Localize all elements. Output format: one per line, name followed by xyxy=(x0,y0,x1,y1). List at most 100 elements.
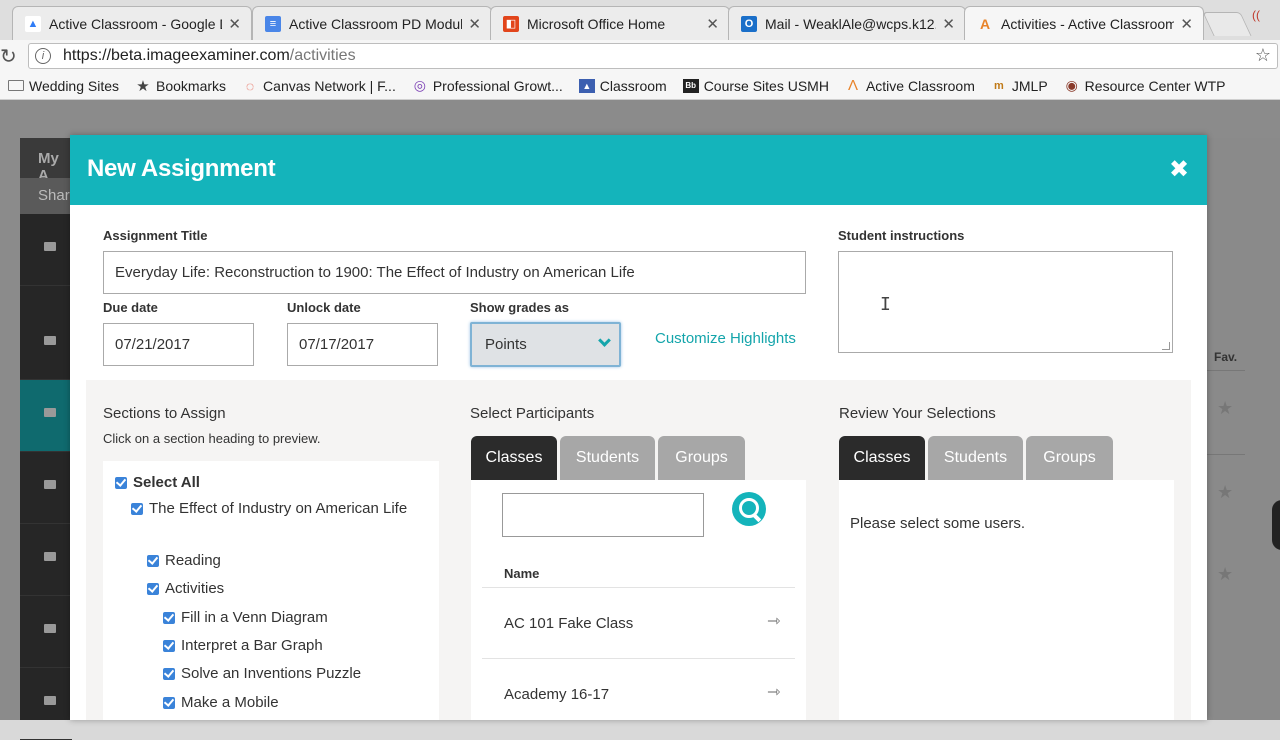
nav-row[interactable] xyxy=(20,308,72,380)
tree-label[interactable]: Interpret a Bar Graph xyxy=(181,634,323,658)
new-assignment-modal: New Assignment ✖ Assignment Title Everyd… xyxy=(70,135,1207,720)
tab-classes[interactable]: Classes xyxy=(839,436,925,480)
folder-icon xyxy=(44,336,56,345)
browser-tab-activities[interactable]: A Activities - Active Classroom ✕ xyxy=(964,6,1204,41)
bookmark-star-icon[interactable]: ☆ xyxy=(1255,45,1271,66)
bookmark-classroom[interactable]: ▲ Classroom xyxy=(578,77,667,94)
checkbox-checked-icon[interactable] xyxy=(163,612,175,624)
checkbox-checked-icon[interactable] xyxy=(131,503,143,515)
divider xyxy=(482,658,795,659)
nav-row[interactable] xyxy=(20,452,72,524)
info-icon[interactable]: i xyxy=(35,48,51,64)
bookmark-bookmarks[interactable]: ★ Bookmarks xyxy=(135,77,226,95)
customize-highlights-link[interactable]: Customize Highlights xyxy=(655,330,796,347)
bookmark-label: Classroom xyxy=(599,77,667,94)
nav-row[interactable] xyxy=(20,524,72,596)
tab-groups[interactable]: Groups xyxy=(1026,436,1113,480)
close-icon[interactable]: ✖ xyxy=(1169,155,1189,184)
tree-label[interactable]: The Effect of Industry on American Life xyxy=(149,497,407,521)
url-text: https://beta.imageexaminer.com/activitie… xyxy=(63,47,356,65)
bookmark-label: Canvas Network | F... xyxy=(263,77,396,94)
checkbox-checked-icon[interactable] xyxy=(147,555,159,567)
section-item-make-a-mobile[interactable]: Make a Mobile xyxy=(163,691,279,715)
tab-close-icon[interactable]: ✕ xyxy=(942,15,955,33)
tab-close-icon[interactable]: ✕ xyxy=(228,15,241,33)
section-item-inventions-puzzle[interactable]: Solve an Inventions Puzzle xyxy=(163,662,361,686)
participant-search-input[interactable] xyxy=(502,493,704,537)
review-empty-message: Please select some users. xyxy=(850,515,1026,532)
section-item-activities[interactable]: Activities xyxy=(147,577,224,601)
browser-tab-google-drive[interactable]: ▲ Active Classroom - Google D ✕ xyxy=(12,6,252,40)
bookmark-jmlp[interactable]: m JMLP xyxy=(991,78,1048,94)
tab-classes[interactable]: Classes xyxy=(471,436,557,480)
profile-icon[interactable]: (( xyxy=(1252,8,1260,22)
section-item-reading[interactable]: Reading xyxy=(147,549,221,573)
tree-label[interactable]: Fill in a Venn Diagram xyxy=(181,606,328,630)
tab-title: Active Classroom - Google D xyxy=(49,15,223,32)
reload-icon[interactable]: ↻ xyxy=(0,44,17,69)
address-bar[interactable]: i https://beta.imageexaminer.com/activit… xyxy=(28,43,1278,69)
tab-students[interactable]: Students xyxy=(928,436,1023,480)
participant-row-label[interactable]: AC 101 Fake Class xyxy=(504,615,633,632)
participant-row-label[interactable]: Academy 16-17 xyxy=(504,686,609,703)
nav-row[interactable] xyxy=(20,596,72,668)
url-path: /activities xyxy=(289,47,356,64)
nav-row-selected[interactable] xyxy=(20,380,72,452)
bookmark-label: Resource Center WTP xyxy=(1084,77,1226,94)
google-docs-icon: ≡ xyxy=(265,15,281,32)
bookmark-label: Professional Growt... xyxy=(432,77,563,94)
canvas-icon: ◌ xyxy=(245,77,255,94)
browser-tab-mail[interactable]: O Mail - WeaklAle@wcps.k12.n ✕ xyxy=(728,6,966,40)
due-date-input[interactable]: 07/21/2017 xyxy=(103,323,254,366)
show-grades-select[interactable]: Points xyxy=(470,322,621,367)
browser-tab-pd-module[interactable]: ≡ Active Classroom PD Module ✕ xyxy=(252,6,492,40)
help-widget[interactable] xyxy=(1272,500,1280,550)
tab-students[interactable]: Students xyxy=(560,436,655,480)
star-icon: ★ xyxy=(136,77,150,95)
section-item-effect-of-industry[interactable]: The Effect of Industry on American Life xyxy=(131,497,421,521)
bb-icon: Bb xyxy=(682,78,699,93)
nav-header: My A xyxy=(20,138,72,184)
bookmark-canvas-network[interactable]: ◌ Canvas Network | F... xyxy=(242,78,396,94)
tab-groups[interactable]: Groups xyxy=(658,436,745,480)
section-item-venn-diagram[interactable]: Fill in a Venn Diagram xyxy=(163,606,328,630)
favorite-star-icon[interactable]: ★ xyxy=(1217,564,1233,585)
unlock-date-input[interactable]: 07/17/2017 xyxy=(287,323,438,366)
select-all-checkbox[interactable]: Select All xyxy=(115,471,200,495)
checkbox-checked-icon[interactable] xyxy=(115,477,127,489)
favorite-star-icon[interactable]: ★ xyxy=(1217,482,1233,503)
bookmark-wedding-sites[interactable]: Wedding Sites xyxy=(8,78,119,94)
add-arrow-icon[interactable]: ⇾ xyxy=(767,611,780,631)
checkbox-checked-icon[interactable] xyxy=(163,668,175,680)
search-icon[interactable] xyxy=(732,492,766,526)
browser-tab-office-home[interactable]: ◧ Microsoft Office Home ✕ xyxy=(490,6,730,40)
nav-subheader: Shar xyxy=(20,178,72,214)
bookmark-course-sites[interactable]: Bb Course Sites USMH xyxy=(682,78,829,94)
checkbox-checked-icon[interactable] xyxy=(163,697,175,709)
section-item-bar-graph[interactable]: Interpret a Bar Graph xyxy=(163,634,323,658)
nav-row[interactable] xyxy=(20,214,72,286)
folder-icon xyxy=(44,242,56,251)
folder-icon xyxy=(44,624,56,633)
resize-grip-icon[interactable] xyxy=(1162,342,1170,350)
tab-close-icon[interactable]: ✕ xyxy=(706,15,719,33)
tab-close-icon[interactable]: ✕ xyxy=(1180,15,1193,33)
favorite-star-icon[interactable]: ★ xyxy=(1217,398,1233,419)
add-arrow-icon[interactable]: ⇾ xyxy=(767,682,780,702)
bookmark-resource-center[interactable]: ◉ Resource Center WTP xyxy=(1064,77,1226,94)
tree-label: Select All xyxy=(133,474,200,491)
nav-row[interactable] xyxy=(20,668,72,740)
bookmark-label: Active Classroom xyxy=(865,77,975,94)
tree-label[interactable]: Reading xyxy=(165,549,221,573)
url-host: https://beta.imageexaminer.com xyxy=(63,47,290,64)
new-tab-button[interactable] xyxy=(1202,12,1252,36)
bookmark-professional-growth[interactable]: ◎ Professional Growt... xyxy=(412,77,563,94)
checkbox-checked-icon[interactable] xyxy=(147,583,159,595)
tree-label[interactable]: Activities xyxy=(165,577,224,601)
tab-close-icon[interactable]: ✕ xyxy=(468,15,481,33)
tree-label[interactable]: Solve an Inventions Puzzle xyxy=(181,662,361,686)
tree-label[interactable]: Make a Mobile xyxy=(181,691,279,715)
assignment-title-input[interactable]: Everyday Life: Reconstruction to 1900: T… xyxy=(103,251,806,294)
checkbox-checked-icon[interactable] xyxy=(163,640,175,652)
bookmark-active-classroom[interactable]: Λ Active Classroom xyxy=(845,77,975,94)
